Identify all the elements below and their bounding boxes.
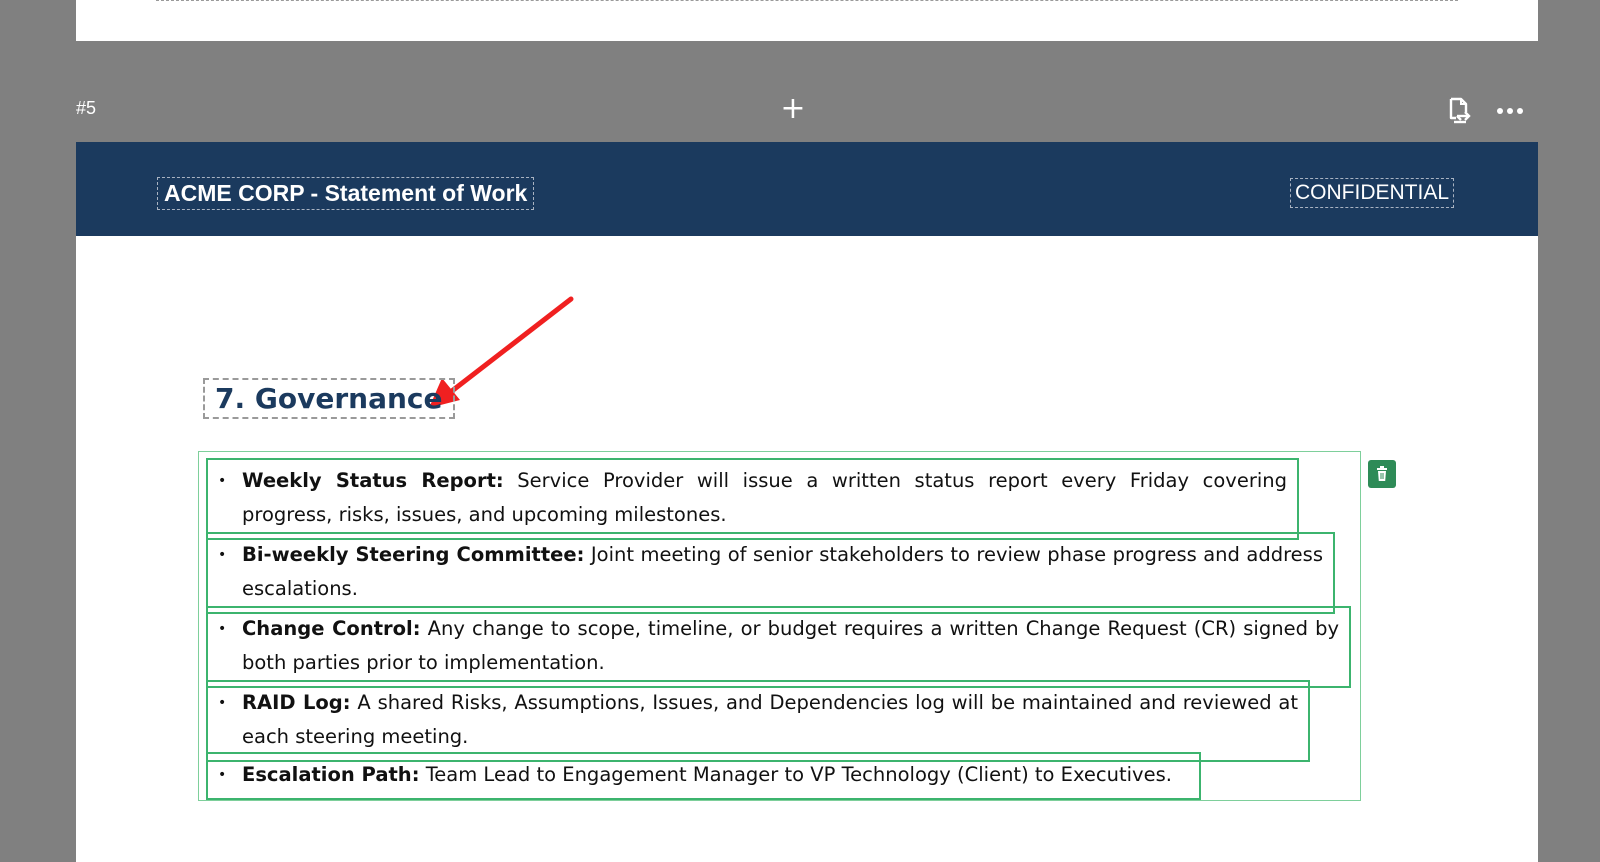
header-title[interactable]: ACME CORP - Statement of Work [157, 177, 535, 210]
add-page-button[interactable]: + [778, 94, 808, 125]
bullet-marker: • [218, 473, 227, 489]
delete-block-button[interactable] [1368, 460, 1396, 488]
list-item-term: Weekly Status Report: [242, 469, 504, 492]
bullet-marker: • [218, 767, 227, 783]
list-item-steering-committee[interactable]: • Bi-weekly Steering Committee: Joint me… [206, 532, 1335, 614]
share-export-button[interactable] [1444, 96, 1474, 126]
list-item-change-control[interactable]: • Change Control: Any change to scope, t… [206, 606, 1351, 688]
list-item-term: Escalation Path: [242, 763, 420, 786]
list-item-term: Bi-weekly Steering Committee: [242, 543, 585, 566]
share-export-icon [1449, 97, 1471, 124]
list-item-weekly-status[interactable]: • Weekly Status Report: Service Provider… [206, 458, 1299, 540]
bullet-marker: • [218, 547, 227, 563]
page-number-label: #5 [76, 98, 97, 118]
bullet-marker: • [218, 621, 227, 637]
page-header-band: ACME CORP - Statement of Work CONFIDENTI… [76, 142, 1538, 236]
list-item-term: Change Control: [242, 617, 421, 640]
list-item-text: A shared Risks, Assumptions, Issues, and… [242, 691, 1299, 748]
list-item-raid-log[interactable]: • RAID Log: A shared Risks, Assumptions,… [206, 680, 1310, 762]
bullet-marker: • [218, 695, 227, 711]
trash-icon [1377, 466, 1387, 481]
list-item-term: RAID Log: [242, 691, 351, 714]
header-confidential-label[interactable]: CONFIDENTIAL [1290, 178, 1455, 208]
more-horizontal-icon [1497, 108, 1523, 114]
list-item-text: Team Lead to Engagement Manager to VP Te… [419, 763, 1172, 786]
more-options-button[interactable] [1494, 96, 1526, 126]
page-toolbar: #5 + [76, 90, 1538, 132]
list-item-escalation-path[interactable]: • Escalation Path: Team Lead to Engageme… [206, 752, 1201, 800]
section-heading[interactable]: 7. Governance [203, 378, 455, 419]
previous-page [76, 0, 1538, 41]
previous-page-footer-line [156, 0, 1458, 1]
